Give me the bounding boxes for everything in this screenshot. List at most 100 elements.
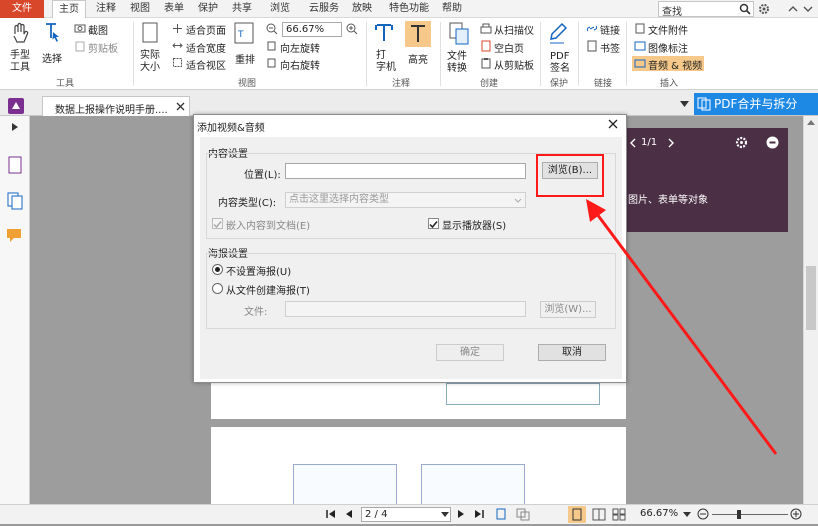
typewriter-button[interactable]: 打 字机 bbox=[376, 50, 396, 74]
hand-tool-button[interactable]: 手型 工具 bbox=[10, 50, 30, 74]
two-page-icon[interactable] bbox=[592, 508, 606, 521]
image-annotation-button[interactable]: 图像标注 bbox=[648, 40, 688, 55]
search-icon[interactable] bbox=[739, 3, 751, 15]
zoom-minus-icon[interactable] bbox=[697, 508, 709, 520]
page-figure bbox=[446, 383, 600, 405]
no-poster-radio[interactable] bbox=[212, 264, 223, 275]
facing-view-icon bbox=[572, 508, 582, 521]
zoom-dropdown-icon[interactable] bbox=[682, 509, 692, 519]
panel-gear-icon[interactable] bbox=[735, 136, 748, 149]
poster-file-input[interactable] bbox=[285, 301, 526, 317]
close-tab-icon[interactable] bbox=[176, 102, 185, 111]
location-input[interactable] bbox=[285, 163, 526, 179]
select-button[interactable]: 选择 bbox=[42, 50, 62, 65]
from-clipboard-button[interactable]: 从剪贴板 bbox=[494, 57, 534, 72]
chevron-up-icon[interactable] bbox=[788, 4, 798, 14]
embed-checkbox[interactable] bbox=[212, 218, 223, 229]
show-player-checkbox[interactable] bbox=[428, 218, 439, 229]
group-create: 创建 bbox=[480, 79, 499, 89]
zoom-slider[interactable] bbox=[712, 514, 788, 515]
page-dropdown-icon[interactable] bbox=[441, 511, 449, 518]
fit-page-button[interactable]: 适合页面 bbox=[186, 22, 226, 37]
zoom-slider-handle[interactable] bbox=[737, 510, 741, 519]
document-tab[interactable]: 数据上报操作说明手册.... bbox=[42, 96, 190, 116]
panel-close-icon[interactable] bbox=[766, 136, 779, 149]
last-page-icon[interactable] bbox=[474, 509, 484, 519]
panel-page-indicator: 1/1 bbox=[641, 137, 658, 148]
menu-bar: 文件 主页 注释 视图 表单 保护 共享 浏览 云服务 放映 特色功能 帮助 查… bbox=[0, 0, 818, 19]
menu-comment[interactable]: 注释 bbox=[92, 0, 120, 18]
rotate-left-button[interactable]: 向左旋转 bbox=[280, 40, 320, 55]
pdf-sign-button[interactable]: PDF 签名 bbox=[550, 51, 570, 75]
menu-home[interactable]: 主页 bbox=[52, 0, 86, 19]
page-thumbnail-icon[interactable] bbox=[8, 156, 22, 174]
attachment-icon bbox=[635, 23, 645, 34]
ok-button[interactable]: 确定 bbox=[436, 344, 504, 361]
menu-protect[interactable]: 保护 bbox=[194, 0, 222, 18]
zoom-out-icon[interactable] bbox=[266, 23, 278, 35]
continuous-view-icon[interactable] bbox=[516, 508, 530, 521]
audio-video-button[interactable]: 音频 & 视频 bbox=[632, 56, 704, 72]
vertical-scrollbar[interactable] bbox=[803, 116, 818, 508]
single-page-view-icon[interactable] bbox=[495, 508, 509, 521]
zoom-in-icon[interactable] bbox=[346, 23, 358, 35]
prev-icon[interactable] bbox=[629, 138, 637, 148]
link-button[interactable]: 链接 bbox=[600, 22, 620, 37]
page-number-input[interactable]: 2 / 4 bbox=[361, 507, 451, 522]
screenshot-button[interactable]: 截图 bbox=[88, 22, 108, 37]
tab-dropdown-icon[interactable] bbox=[680, 100, 689, 108]
location-label: 位置(L): bbox=[244, 170, 281, 181]
typewriter-icon bbox=[375, 24, 393, 41]
next-icon[interactable] bbox=[667, 138, 675, 148]
scroll-thumb[interactable] bbox=[806, 266, 816, 330]
blank-page-button[interactable]: 空白页 bbox=[494, 40, 524, 55]
actual-size-button[interactable]: 实际 大小 bbox=[140, 50, 160, 74]
divider bbox=[366, 22, 367, 86]
grid-view-icon[interactable] bbox=[612, 508, 626, 521]
reflow-button[interactable]: 重排 bbox=[235, 51, 255, 66]
layers-icon[interactable] bbox=[7, 192, 23, 210]
content-type-dropdown-icon[interactable] bbox=[514, 198, 522, 204]
menu-form[interactable]: 表单 bbox=[160, 0, 188, 18]
bookmark-button[interactable]: 书签 bbox=[600, 40, 620, 55]
divider bbox=[440, 22, 441, 86]
search-input[interactable]: 查找 bbox=[658, 1, 754, 18]
zoom-select[interactable]: 66.67% bbox=[282, 22, 342, 37]
file-attachment-button[interactable]: 文件附件 bbox=[648, 22, 688, 37]
zoom-plus-icon[interactable] bbox=[790, 508, 802, 520]
dialog-close-icon[interactable] bbox=[608, 119, 618, 129]
content-type-label: 内容类型(C): bbox=[218, 198, 277, 209]
poster-from-file-radio[interactable] bbox=[212, 283, 223, 294]
first-page-icon[interactable] bbox=[326, 509, 336, 519]
file-label: 文件: bbox=[244, 307, 268, 318]
gear-icon[interactable] bbox=[758, 3, 770, 15]
next-page-icon[interactable] bbox=[457, 509, 465, 519]
highlight-button[interactable]: 高亮 bbox=[408, 51, 428, 66]
comments-icon[interactable] bbox=[6, 228, 24, 244]
pdf-merge-split-button[interactable]: PDF合并与拆分 bbox=[694, 93, 818, 115]
content-type-select[interactable]: 点击这里选择内容类型 bbox=[285, 192, 526, 208]
menu-view[interactable]: 视图 bbox=[126, 0, 154, 18]
from-scanner-button[interactable]: 从扫描仪 bbox=[494, 22, 534, 37]
menu-cloud[interactable]: 云服务 bbox=[304, 0, 344, 18]
menu-share[interactable]: 共享 bbox=[228, 0, 256, 18]
facing-view-button[interactable] bbox=[568, 506, 586, 523]
scroll-up-icon[interactable] bbox=[807, 120, 815, 126]
fit-width-button[interactable]: 适合宽度 bbox=[186, 40, 226, 55]
divider bbox=[578, 22, 579, 86]
menu-chevron-icon[interactable] bbox=[803, 4, 813, 14]
poster-from-file-label: 从文件创建海报(T) bbox=[226, 286, 310, 297]
menu-file[interactable]: 文件 bbox=[0, 0, 44, 18]
menu-slideshow[interactable]: 放映 bbox=[348, 0, 376, 18]
file-convert-button[interactable]: 文件 转换 bbox=[447, 51, 467, 75]
fit-visible-button[interactable]: 适合视区 bbox=[186, 57, 226, 72]
menu-browse[interactable]: 浏览 bbox=[266, 0, 294, 18]
page-2 bbox=[211, 427, 626, 507]
expand-panel-icon[interactable] bbox=[11, 122, 19, 132]
rotate-right-button[interactable]: 向右旋转 bbox=[280, 57, 320, 72]
prev-page-icon[interactable] bbox=[345, 509, 353, 519]
clipboard-button[interactable]: 剪贴板 bbox=[88, 40, 118, 55]
menu-help[interactable]: 帮助 bbox=[438, 0, 466, 18]
group-insert: 插入 bbox=[660, 79, 679, 89]
menu-features[interactable]: 特色功能 bbox=[384, 0, 434, 18]
